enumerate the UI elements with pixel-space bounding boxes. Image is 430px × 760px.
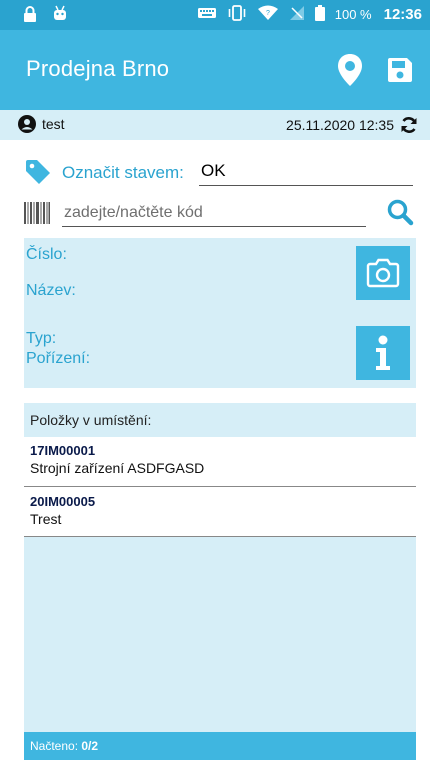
location-button[interactable]: [332, 52, 368, 88]
cislo-label: Číslo:: [26, 246, 67, 263]
no-signal-icon: [289, 5, 305, 24]
loaded-label: Načteno:: [30, 739, 79, 753]
loaded-counter: Načteno: 0/2: [24, 732, 416, 760]
wifi-icon: ?: [257, 5, 279, 24]
battery-percent: 100 %: [334, 7, 372, 22]
info-button[interactable]: [356, 326, 410, 380]
items-header: Položky v umístění:: [30, 412, 152, 428]
app-title: Prodejna Brno: [26, 56, 170, 81]
save-button[interactable]: [382, 52, 418, 88]
keyboard-icon: [197, 6, 217, 23]
user-name: test: [42, 116, 65, 132]
list-item[interactable]: 20IM00005 Trest: [24, 487, 416, 537]
user-info-bar: test 25.11.2020 12:35: [0, 110, 430, 140]
lock-icon: [22, 5, 38, 22]
asset-detail-panel: Číslo: Název: Typ: Pořízení:: [24, 238, 416, 388]
porizeni-label: Pořízení:: [26, 350, 91, 367]
items-list: 17IM00001 Strojní zařízení ASDFGASD 20IM…: [24, 437, 416, 537]
clock: 12:36: [383, 6, 422, 23]
item-code: 20IM00005: [30, 494, 96, 509]
items-panel: Položky v umístění: 17IM00001 Strojní za…: [24, 403, 416, 760]
state-label: Označit stavem:: [62, 163, 184, 182]
tag-icon: [24, 158, 52, 191]
android-icon: [52, 5, 68, 21]
state-select[interactable]: OK: [199, 161, 413, 186]
camera-icon: [366, 258, 400, 288]
code-input[interactable]: [62, 200, 366, 227]
map-marker-icon: [338, 54, 362, 86]
save-icon: [388, 58, 412, 82]
status-bar: ? 100 % 12:36: [0, 0, 430, 30]
sync-button[interactable]: [400, 116, 418, 137]
sync-datetime: 25.11.2020 12:35: [286, 117, 394, 133]
app-bar: Prodejna Brno: [0, 30, 430, 110]
loaded-count: 0/2: [81, 739, 99, 753]
list-item[interactable]: 17IM00001 Strojní zařízení ASDFGASD: [24, 437, 416, 487]
info-icon: [376, 335, 390, 370]
camera-button[interactable]: [356, 246, 410, 300]
user-icon: [18, 115, 36, 133]
item-name: Trest: [30, 511, 62, 527]
svg-text:?: ?: [266, 10, 270, 17]
phone-screen: ? 100 % 12:36 Prodejna Brno test 25.11.2…: [0, 0, 430, 760]
barcode-icon: [24, 202, 50, 229]
item-code: 17IM00001: [30, 443, 96, 458]
user-info: test: [18, 115, 65, 133]
item-name: Strojní zařízení ASDFGASD: [30, 460, 205, 476]
vibrate-icon: [227, 5, 247, 24]
state-row: Označit stavem: OK: [24, 155, 414, 189]
code-row: [24, 196, 414, 232]
search-icon: [387, 199, 414, 226]
typ-label: Typ:: [26, 330, 57, 347]
battery-icon: [314, 5, 325, 24]
nazev-label: Název:: [26, 282, 76, 299]
sync-icon: [401, 117, 417, 133]
search-button[interactable]: [386, 198, 414, 231]
